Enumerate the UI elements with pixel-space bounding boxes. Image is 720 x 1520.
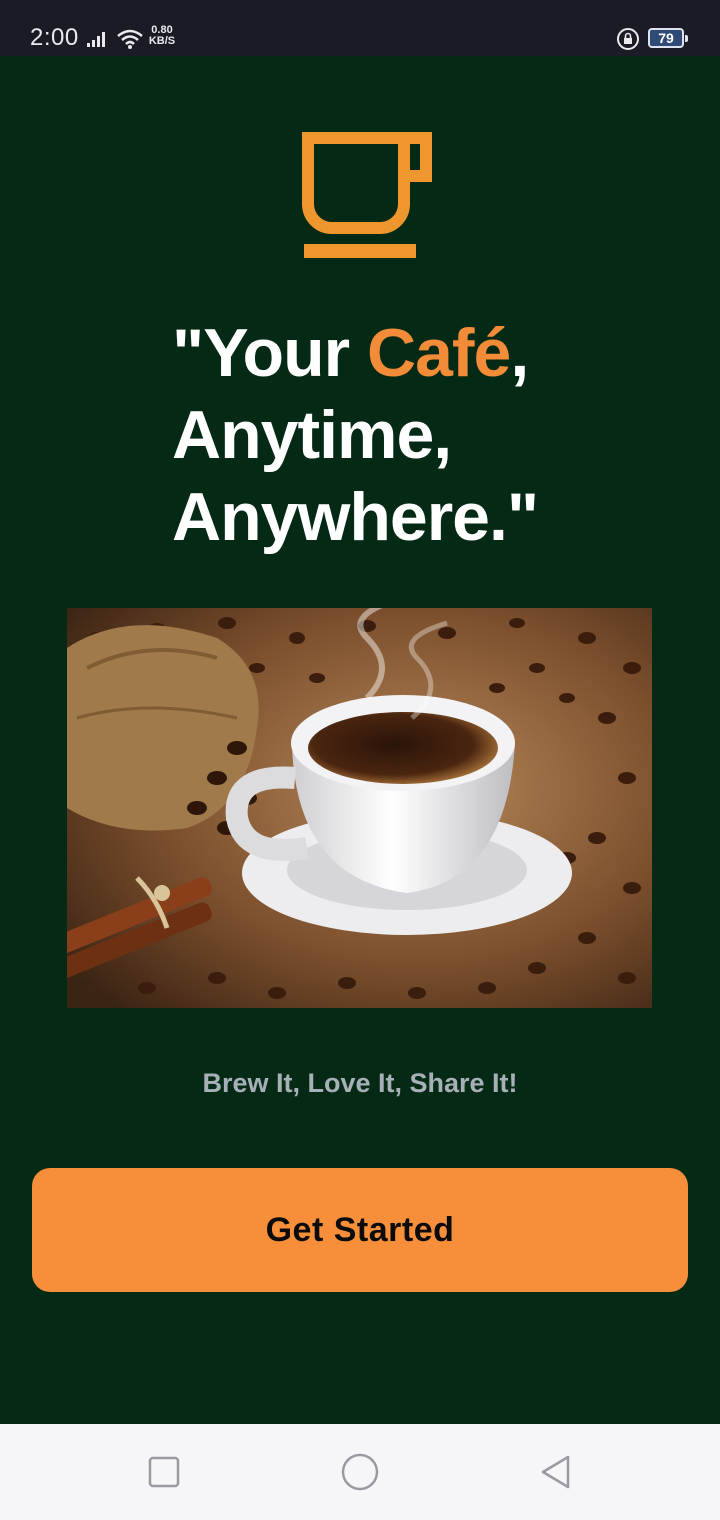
coffee-photo-illustration [67, 608, 652, 1008]
home-icon[interactable] [340, 1452, 380, 1492]
back-icon[interactable] [538, 1454, 574, 1490]
get-started-label: Get Started [265, 1210, 455, 1249]
headline-line-2: Anytime, [172, 397, 452, 473]
headline-line-1: "Your Café, [172, 312, 592, 394]
headline: "Your Café, Anytime, Anywhere." [172, 312, 592, 558]
rotation-lock-icon [617, 28, 639, 50]
network-speed-unit: KB/S [148, 35, 176, 47]
recent-apps-icon[interactable] [148, 1456, 180, 1488]
get-started-button[interactable]: Get Started [32, 1168, 688, 1292]
signal-icon [87, 32, 105, 47]
battery-icon: 79 [648, 28, 684, 48]
hero-image [67, 608, 652, 1008]
battery-level: 79 [658, 30, 674, 46]
battery-cap [685, 35, 688, 42]
headline-line-3: Anywhere." [172, 479, 539, 555]
wifi-icon [117, 29, 143, 49]
status-time: 2:00 [30, 24, 79, 51]
network-speed: 0.80 KB/S [147, 25, 177, 47]
headline-prefix: "Your [172, 315, 367, 391]
tagline: Brew It, Love It, Share It! [202, 1068, 518, 1098]
headline-accent-word: Café [366, 315, 511, 391]
status-bar: 2:00 0.80 KB/S 79 [0, 0, 720, 56]
system-nav-bar [0, 1424, 720, 1520]
splash-screen: 2:00 0.80 KB/S 79 "Your Café, Anytime, A… [0, 0, 720, 1520]
headline-comma: , [510, 315, 529, 391]
coffee-cup-icon [302, 132, 432, 258]
